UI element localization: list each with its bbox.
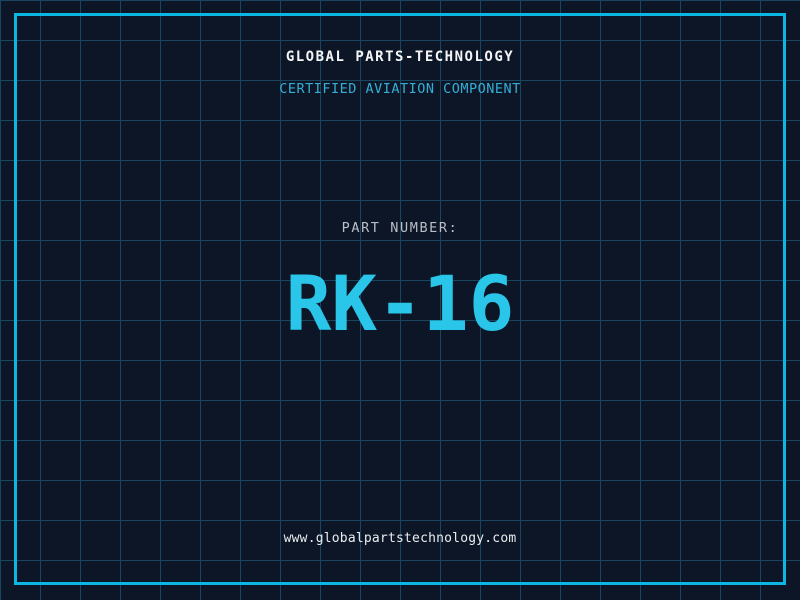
certification-subtitle: CERTIFIED AVIATION COMPONENT [279, 81, 521, 97]
part-number-value: RK-16 [285, 259, 515, 348]
part-number-label: PART NUMBER: [341, 220, 459, 236]
company-name: GLOBAL PARTS-TECHNOLOGY [285, 49, 515, 65]
website-url: www.globalpartstechnology.com [283, 531, 517, 546]
blueprint-grid-background: GLOBAL PARTS-TECHNOLOGY CERTIFIED AVIATI… [0, 0, 800, 600]
